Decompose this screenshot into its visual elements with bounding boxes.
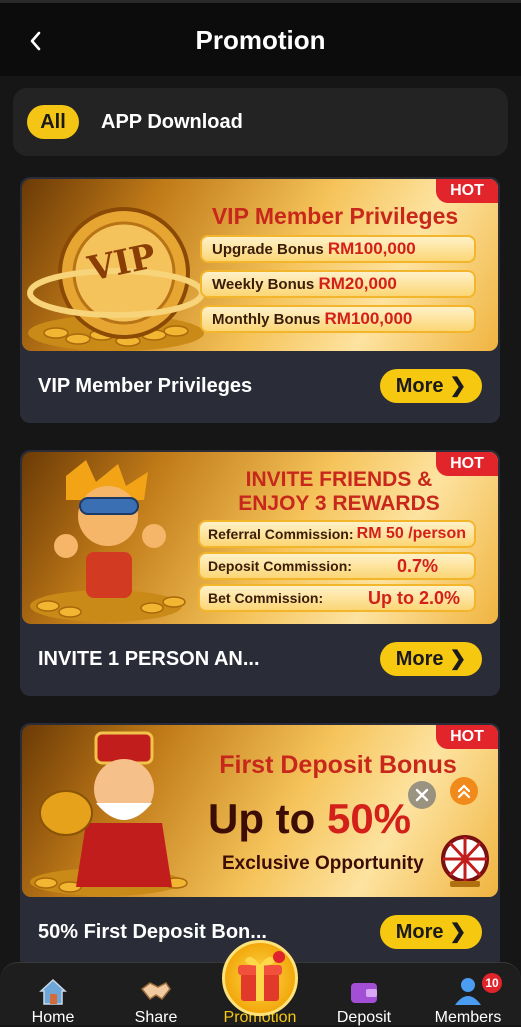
banner-big-prefix: Up to [208, 795, 327, 842]
card-title: 50% First Deposit Bon... [38, 921, 267, 943]
promo-banner-invite[interactable]: HOT INVITE FRIENDS & ENJOY 3 REWARDS Ref… [22, 452, 498, 624]
nav-item-deposit[interactable]: Deposit [319, 963, 409, 1026]
nav-label: Members [434, 1009, 502, 1026]
category-tabs: All APP Download [13, 88, 508, 156]
banner-heading-line-2: ENJOY 3 REWARDS [238, 492, 440, 515]
promo-banner-vip[interactable]: VIP HOT VIP Member Privileges Upgrade Bo… [22, 179, 498, 351]
more-label: More [395, 375, 444, 397]
nav-label: Home [31, 1009, 75, 1026]
nav-item-share[interactable]: Share [111, 963, 201, 1026]
hot-badge: HOT [436, 725, 498, 749]
row-value: RM20,000 [318, 274, 397, 293]
nav-item-home[interactable]: Home [8, 963, 98, 1026]
chevron-right-icon: ❯ [449, 648, 467, 670]
row-label: Bet Commission: [208, 590, 324, 606]
row-value: RM100,000 [324, 309, 413, 328]
banner-heading-line-1: INVITE FRIENDS & [245, 468, 433, 491]
nav-label: Deposit [336, 1009, 392, 1026]
hero-character-icon [30, 460, 186, 622]
row-label: Monthly Bonus [212, 311, 321, 328]
promo-banner-first-deposit[interactable]: HOT First Deposit Bonus Up to 50% Exclus… [22, 725, 498, 897]
promo-card-first-deposit[interactable]: HOT First Deposit Bonus Up to 50% Exclus… [20, 723, 500, 969]
nav-label: Share [134, 1009, 178, 1026]
card-title: INVITE 1 PERSON AN... [38, 648, 260, 670]
row-value: RM100,000 [327, 239, 416, 258]
banner-row-deposit: Deposit Commission: 0.7% [198, 552, 476, 580]
row-value: 0.7% [396, 556, 438, 576]
handshake-icon [140, 982, 171, 1001]
chevron-right-icon: ❯ [449, 921, 467, 943]
banner-row-weekly: Weekly Bonus RM20,000 [200, 270, 476, 298]
promo-card-invite[interactable]: HOT INVITE FRIENDS & ENJOY 3 REWARDS Ref… [20, 450, 500, 696]
row-label: Deposit Commission: [208, 558, 352, 574]
card-title: VIP Member Privileges [38, 375, 253, 397]
chevron-right-icon: ❯ [449, 375, 467, 397]
promotion-fab[interactable] [222, 940, 298, 1016]
hot-badge: HOT [436, 179, 498, 203]
prize-wheel-icon [441, 835, 489, 887]
wallet-icon [351, 983, 377, 1003]
fortune-god-icon [30, 731, 188, 896]
scroll-top-button[interactable] [450, 777, 478, 805]
more-button[interactable]: More ❯ [380, 915, 482, 949]
row-label: Referral Commission: [208, 526, 354, 542]
banner-row-upgrade: Upgrade Bonus RM100,000 [200, 235, 476, 263]
members-badge: 10 [482, 973, 502, 993]
page-title: Promotion [195, 25, 326, 55]
banner-big-value: 50% [326, 795, 412, 842]
tab-app-download[interactable]: APP Download [101, 105, 243, 139]
close-icon [415, 788, 429, 802]
banner-row-bet: Bet Commission: Up to 2.0% [198, 584, 476, 612]
more-label: More [395, 648, 444, 670]
promo-card-vip[interactable]: VIP HOT VIP Member Privileges Upgrade Bo… [20, 177, 500, 423]
banner-heading: First Deposit Bonus [219, 751, 457, 779]
home-icon [39, 978, 67, 1005]
more-label: More [395, 921, 444, 943]
banner-row-referral: Referral Commission: RM 50 /person [198, 520, 476, 548]
banner-row-monthly: Monthly Bonus RM100,000 [200, 305, 476, 333]
top-bar: Promotion [0, 0, 521, 76]
double-chevron-up-icon [457, 784, 471, 799]
row-label: Weekly Bonus [212, 276, 315, 293]
row-value: Up to 2.0% [367, 588, 460, 608]
gift-icon [238, 951, 285, 1001]
more-button[interactable]: More ❯ [380, 369, 482, 403]
user-icon [455, 978, 481, 1005]
row-label: Upgrade Bonus [212, 241, 324, 258]
more-button[interactable]: More ❯ [380, 642, 482, 676]
row-value: RM 50 /person [356, 525, 466, 542]
dismiss-button[interactable] [408, 781, 436, 809]
banner-heading: VIP Member Privileges [211, 203, 459, 229]
banner-subheading: Exclusive Opportunity [222, 853, 424, 874]
nav-item-members[interactable]: Members [423, 963, 513, 1026]
banner-big-offer: Up to 50% [208, 795, 411, 843]
tab-all[interactable]: All [27, 105, 79, 139]
